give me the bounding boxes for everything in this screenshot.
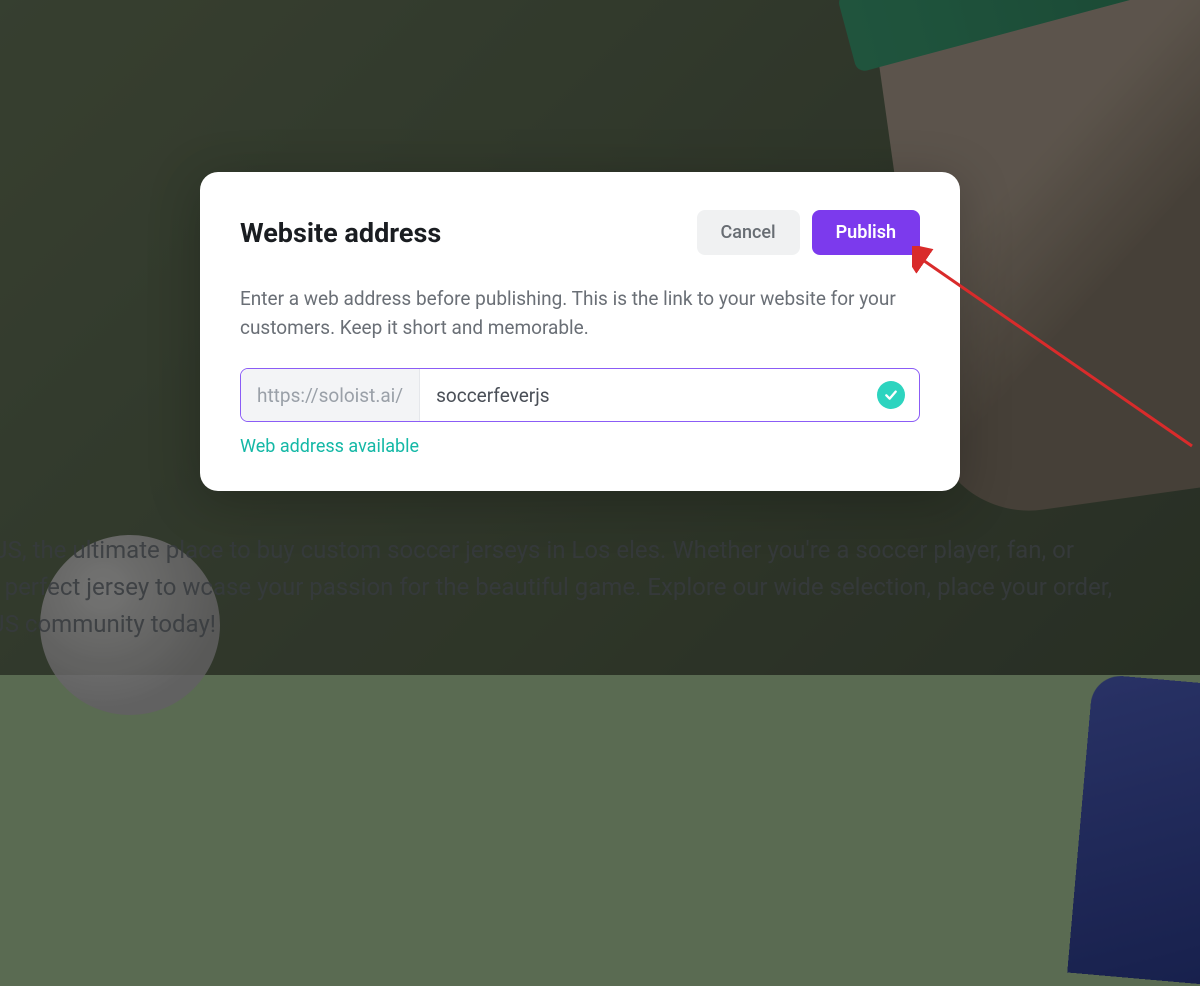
url-slug-input[interactable]	[420, 369, 877, 421]
availability-status: Web address available	[240, 436, 920, 457]
dialog-header: Website address Cancel Publish	[240, 210, 920, 255]
dialog-actions: Cancel Publish	[697, 210, 920, 255]
checkmark-icon	[877, 381, 905, 409]
cancel-button[interactable]: Cancel	[697, 210, 800, 255]
url-prefix-label: https://soloist.ai/	[241, 369, 420, 421]
dialog-title: Website address	[240, 217, 441, 249]
dialog-description: Enter a web address before publishing. T…	[240, 285, 920, 342]
website-address-dialog: Website address Cancel Publish Enter a w…	[200, 172, 960, 491]
url-input-group: https://soloist.ai/	[240, 368, 920, 422]
publish-button[interactable]: Publish	[812, 210, 920, 255]
